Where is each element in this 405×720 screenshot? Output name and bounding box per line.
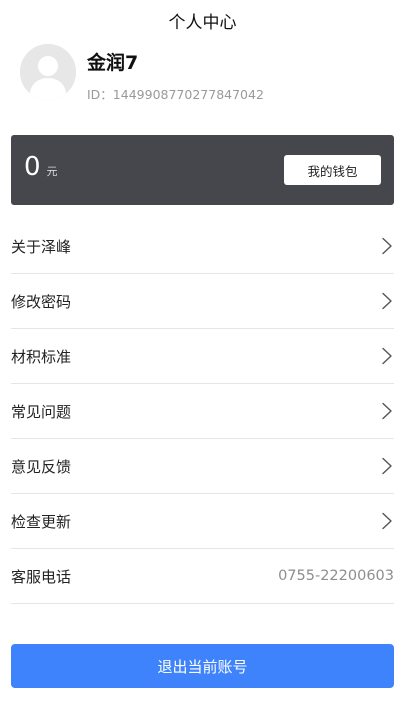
wallet-card: 0 元 我的钱包 xyxy=(11,135,394,205)
balance-amount: 0 xyxy=(24,152,41,182)
chevron-right-icon xyxy=(382,457,392,475)
balance-unit: 元 xyxy=(46,165,58,178)
menu-item-customer-service[interactable]: 客服电话 0755-22200603 xyxy=(11,549,394,604)
menu-item-change-password[interactable]: 修改密码 xyxy=(11,274,394,329)
menu-item-faq[interactable]: 常见问题 xyxy=(11,384,394,439)
settings-menu: 关于泽峰 修改密码 材积标准 常见问题 意见反馈 检查更新 客服电话 0755-… xyxy=(11,219,394,604)
profile-section: 金润7 ID：1449908770277847042 xyxy=(20,44,390,104)
logout-button[interactable]: 退出当前账号 xyxy=(11,644,394,688)
avatar[interactable] xyxy=(20,44,76,100)
user-name: 金润7 xyxy=(87,52,139,74)
person-placeholder-icon xyxy=(20,44,76,100)
page-title: 个人中心 xyxy=(168,12,237,33)
menu-item-label: 常见问题 xyxy=(11,402,72,421)
menu-item-label: 材积标准 xyxy=(11,347,72,366)
chevron-right-icon xyxy=(382,292,392,310)
chevron-right-icon xyxy=(382,512,392,530)
user-id: ID：1449908770277847042 xyxy=(87,87,264,102)
menu-item-label: 客服电话 xyxy=(11,567,72,586)
menu-item-label: 修改密码 xyxy=(11,292,72,311)
chevron-right-icon xyxy=(382,402,392,420)
menu-item-label: 意见反馈 xyxy=(11,457,72,476)
menu-item-label: 关于泽峰 xyxy=(11,237,72,256)
menu-item-volume-standard[interactable]: 材积标准 xyxy=(11,329,394,384)
menu-item-feedback[interactable]: 意见反馈 xyxy=(11,439,394,494)
menu-item-check-update[interactable]: 检查更新 xyxy=(11,494,394,549)
chevron-right-icon xyxy=(382,237,392,255)
customer-service-phone[interactable]: 0755-22200603 xyxy=(278,568,394,584)
top-bar: 个人中心 xyxy=(0,0,405,40)
menu-item-label: 检查更新 xyxy=(11,512,72,531)
profile-page: 个人中心 金润7 ID：1449908770277847042 0 元 我的钱包… xyxy=(0,0,405,720)
balance: 0 元 xyxy=(24,152,58,182)
my-wallet-button[interactable]: 我的钱包 xyxy=(284,155,381,185)
menu-item-about[interactable]: 关于泽峰 xyxy=(11,219,394,274)
chevron-right-icon xyxy=(382,347,392,365)
